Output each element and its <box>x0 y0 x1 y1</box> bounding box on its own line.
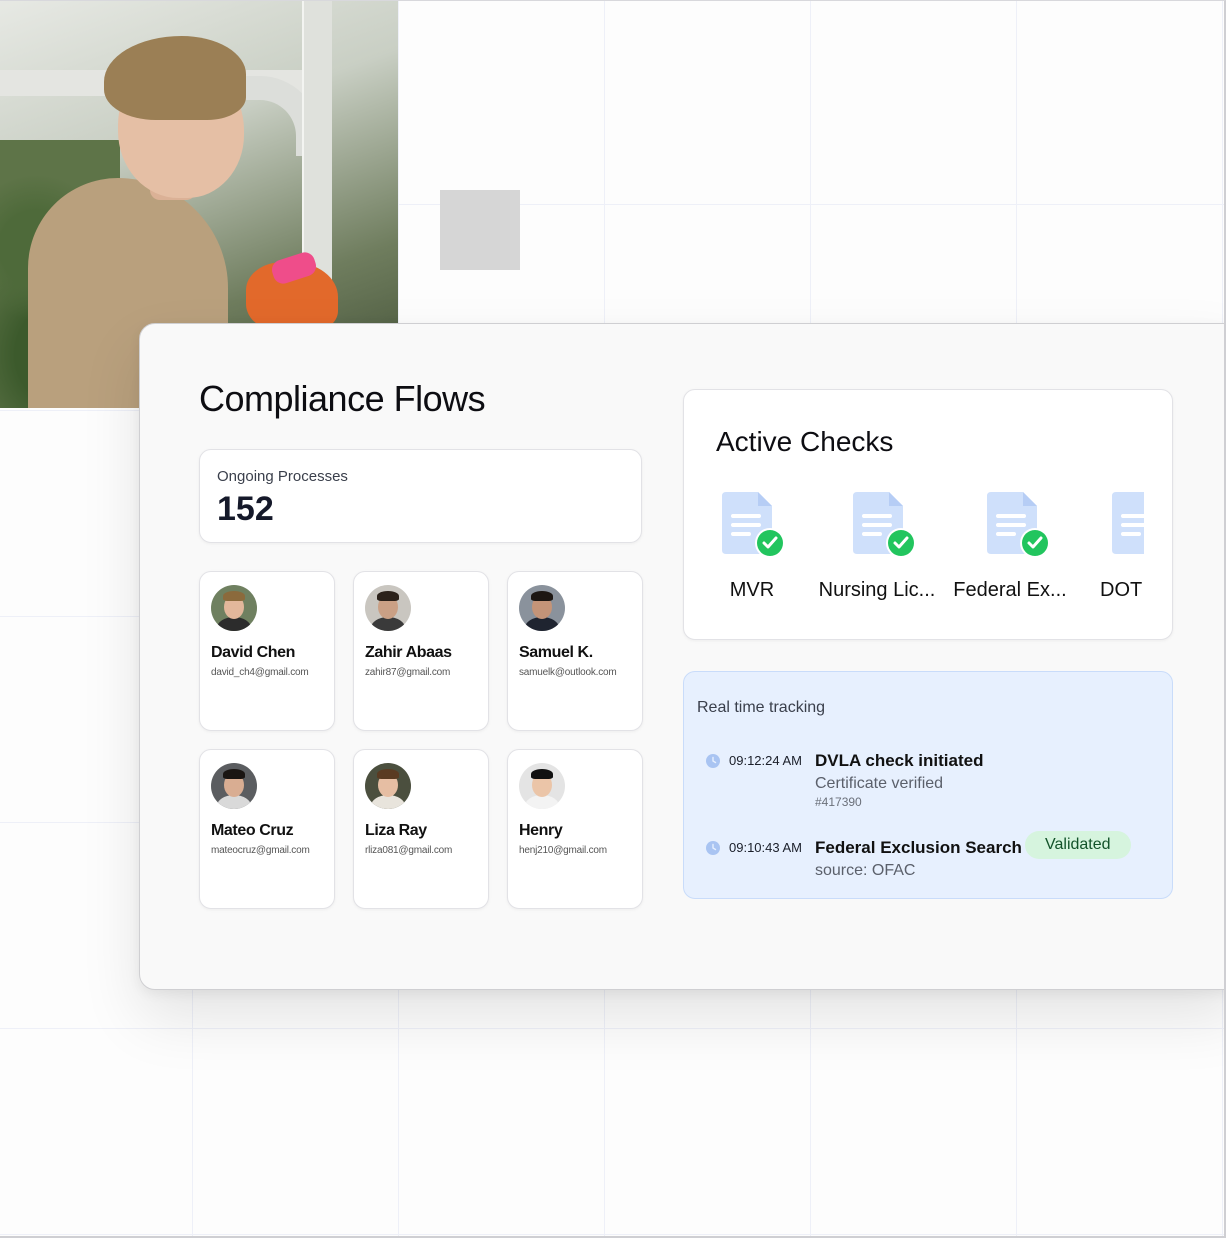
active-checks-list[interactable]: MVR Nursing Lic... Federal Ex... DOT <box>704 492 1144 612</box>
people-grid: David Chen david_ch4@gmail.com Zahir Aba… <box>199 571 643 911</box>
avatar <box>519 763 565 809</box>
ongoing-processes-label: Ongoing Processes <box>217 468 348 485</box>
status-badge: Validated <box>1025 831 1131 859</box>
check-item-federal-exclusion[interactable]: Federal Ex... <box>945 492 1075 612</box>
event-title: Federal Exclusion Search <box>815 838 1022 857</box>
person-email: rliza081@gmail.com <box>365 845 453 856</box>
avatar <box>211 585 257 631</box>
check-item-dot[interactable]: DOT c <box>1074 492 1144 612</box>
person-name: Zahir Abaas <box>365 644 452 661</box>
person-name: Mateo Cruz <box>211 822 294 839</box>
ongoing-processes-value: 152 <box>217 490 274 528</box>
clock-icon <box>706 841 720 855</box>
person-email: david_ch4@gmail.com <box>211 667 309 678</box>
avatar <box>211 763 257 809</box>
person-name: David Chen <box>211 644 296 661</box>
check-label: Federal Ex... <box>953 579 1067 601</box>
document-icon <box>1112 492 1144 554</box>
person-card[interactable]: Mateo Cruz mateocruz@gmail.com <box>199 749 335 909</box>
event-subtitle: Certificate verified <box>815 775 944 792</box>
check-label: Nursing Lic... <box>818 579 936 601</box>
compliance-card: Compliance Flows Ongoing Processes 152 D… <box>139 323 1226 990</box>
avatar <box>365 585 411 631</box>
document-check-icon <box>722 492 785 558</box>
person-name: Liza Ray <box>365 822 427 839</box>
document-check-icon <box>853 492 916 558</box>
person-name: Henry <box>519 822 563 839</box>
event-title: DVLA check initiated <box>815 751 984 770</box>
event-subtitle: source: OFAC <box>815 862 916 879</box>
person-email: henj210@gmail.com <box>519 845 607 856</box>
person-card[interactable]: Henry henj210@gmail.com <box>507 749 643 909</box>
tracking-title: Real time tracking <box>697 699 826 716</box>
check-item-mvr[interactable]: MVR <box>704 492 817 612</box>
avatar <box>519 585 565 631</box>
avatar <box>365 763 411 809</box>
real-time-tracking-card: Real time tracking 09:12:24 AM DVLA chec… <box>683 671 1173 899</box>
event-time: 09:12:24 AM <box>729 753 802 768</box>
page-title: Compliance Flows <box>199 378 486 419</box>
person-card[interactable]: Samuel K. samuelk@outlook.com <box>507 571 643 731</box>
active-checks-title: Active Checks <box>716 426 894 457</box>
ongoing-processes-card[interactable]: Ongoing Processes 152 <box>199 449 642 543</box>
document-check-icon <box>987 492 1050 558</box>
person-email: mateocruz@gmail.com <box>211 845 310 856</box>
event-time: 09:10:43 AM <box>729 840 802 855</box>
person-card[interactable]: Zahir Abaas zahir87@gmail.com <box>353 571 489 731</box>
check-item-nursing-license[interactable]: Nursing Lic... <box>812 492 942 612</box>
clock-icon <box>706 754 720 768</box>
check-label: DOT c <box>1100 579 1144 601</box>
image-placeholder <box>440 190 520 270</box>
person-email: zahir87@gmail.com <box>365 667 451 678</box>
check-label: MVR <box>729 579 775 601</box>
event-id: #417390 <box>815 795 862 809</box>
person-card[interactable]: David Chen david_ch4@gmail.com <box>199 571 335 731</box>
active-checks-card: Active Checks MVR Nursing Lic... Federal… <box>683 389 1173 640</box>
person-card[interactable]: Liza Ray rliza081@gmail.com <box>353 749 489 909</box>
person-name: Samuel K. <box>519 644 593 661</box>
person-email: samuelk@outlook.com <box>519 667 617 678</box>
